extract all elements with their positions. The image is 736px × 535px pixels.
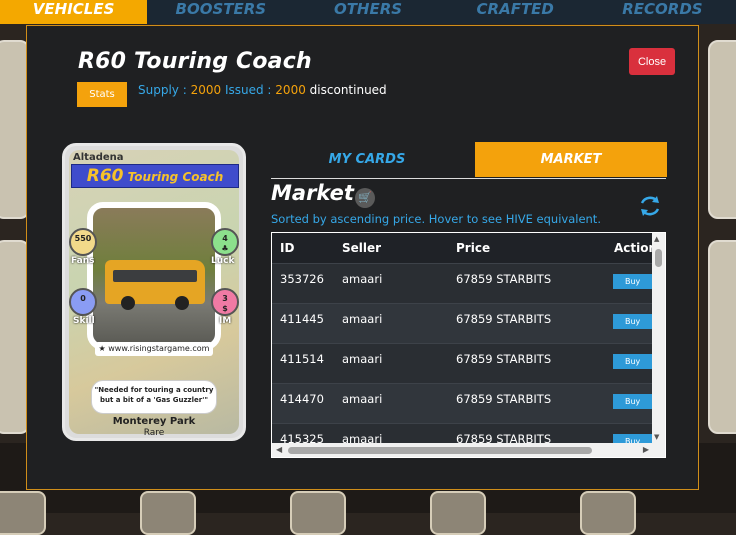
shopping-cart-icon: 🛒 — [355, 188, 375, 208]
im-label: IM — [219, 316, 232, 326]
nav-tab-boosters[interactable]: BOOSTERS — [147, 0, 294, 24]
bus-illustration — [105, 260, 205, 310]
status-text: discontinued — [309, 83, 387, 97]
background-card — [580, 491, 636, 535]
cell-seller: amaari — [342, 272, 383, 286]
scroll-up-icon[interactable]: ▲ — [654, 235, 659, 243]
card-website: ★ www.risingstargame.com — [95, 342, 213, 356]
card-quote: "Needed for touring a country but a bit … — [91, 380, 217, 414]
tab-market[interactable]: MARKET — [475, 142, 667, 177]
tab-my-cards[interactable]: MY CARDS — [271, 142, 463, 177]
cell-price: 67859 STARBITS — [456, 352, 552, 366]
horizontal-scrollbar[interactable]: ◀ ▶ — [272, 443, 665, 457]
market-title: Market — [271, 181, 354, 205]
cell-price: 67859 STARBITS — [456, 392, 552, 406]
supply-label: Supply : — [138, 83, 187, 97]
scroll-right-icon[interactable]: ▶ — [643, 445, 649, 454]
table-row: 411514 amaari 67859 STARBITS Buy — [272, 343, 653, 384]
cell-seller: amaari — [342, 352, 383, 366]
scroll-left-icon[interactable]: ◀ — [276, 445, 282, 454]
cell-id: 353726 — [280, 272, 324, 286]
cell-seller: amaari — [342, 312, 383, 326]
issued-value: 2000 — [275, 83, 306, 97]
table-row: 353726 amaari 67859 STARBITS Buy — [272, 263, 653, 304]
buy-button[interactable]: Buy — [613, 394, 653, 409]
refresh-icon[interactable] — [637, 193, 663, 219]
close-button[interactable]: Close — [629, 48, 675, 75]
supply-value: 2000 — [190, 83, 222, 97]
fans-stat-badge: 550 — [69, 228, 97, 256]
background-card — [290, 491, 346, 535]
luck-value: 4 — [222, 234, 228, 243]
card-name-number: R60 — [86, 166, 124, 186]
cell-id: 414470 — [280, 392, 324, 406]
stats-button[interactable]: Stats — [77, 82, 127, 107]
card-tabs: MY CARDS MARKET — [271, 142, 667, 179]
buy-button[interactable]: Buy — [613, 274, 653, 289]
card-place-bottom: Monterey Park — [112, 416, 196, 427]
market-table[interactable]: ID Seller Price Action 353726 amaari 678… — [271, 232, 666, 458]
cell-price: 67859 STARBITS — [456, 272, 552, 286]
issued-label: Issued : — [224, 83, 272, 97]
skill-value: 0 — [80, 294, 86, 303]
card-name-text: Touring Coach — [127, 170, 224, 184]
horizontal-scroll-thumb[interactable] — [288, 447, 592, 454]
card-image: Altadena R60 Touring Coach 550 Fans 4 ♣ L… — [62, 143, 246, 441]
background-card — [708, 240, 736, 434]
table-header: ID Seller Price Action — [272, 233, 657, 263]
column-header-action: Action — [614, 241, 658, 255]
background-card — [430, 491, 486, 535]
modal-title: R60 Touring Coach — [78, 49, 312, 74]
fans-value: 550 — [74, 234, 92, 243]
cell-seller: amaari — [342, 392, 383, 406]
column-header-price: Price — [456, 241, 491, 255]
nav-tab-records[interactable]: RECORDS — [589, 0, 736, 24]
background-card — [140, 491, 196, 535]
nav-tab-crafted[interactable]: CRAFTED — [442, 0, 589, 24]
card-place-top: Altadena — [73, 152, 124, 163]
column-header-seller: Seller — [342, 241, 382, 255]
table-row: 414470 amaari 67859 STARBITS Buy — [272, 383, 653, 424]
cell-id: 411445 — [280, 312, 324, 326]
card-detail-modal: R60 Touring Coach Close Stats Supply : 2… — [26, 25, 699, 490]
background-card — [708, 40, 736, 219]
cell-id: 411514 — [280, 352, 324, 366]
buy-button[interactable]: Buy — [613, 314, 653, 329]
vertical-scrollbar[interactable]: ▲ ▼ — [652, 233, 665, 443]
nav-tab-others[interactable]: OTHERS — [294, 0, 441, 24]
column-header-id: ID — [280, 241, 295, 255]
skill-stat-badge: 0 — [69, 288, 97, 316]
buy-button[interactable]: Buy — [613, 354, 653, 369]
top-nav: VEHICLES BOOSTERS OTHERS CRAFTED RECORDS — [0, 0, 736, 24]
luck-label: Luck — [211, 256, 235, 266]
card-website-text: www.risingstargame.com — [108, 344, 210, 353]
card-photo — [87, 202, 221, 350]
cell-price: 67859 STARBITS — [456, 312, 552, 326]
card-name-band: R60 Touring Coach — [71, 164, 239, 188]
im-value: 3 — [222, 294, 228, 303]
vertical-scroll-thumb[interactable] — [655, 249, 662, 267]
fans-label: Fans — [71, 256, 95, 266]
im-stat-badge: 3 $ — [211, 288, 239, 316]
market-subtitle: Sorted by ascending price. Hover to see … — [271, 212, 601, 226]
skill-label: Skill — [73, 316, 95, 326]
supply-info: Supply : 2000 Issued : 2000 discontinued — [138, 83, 387, 97]
scroll-down-icon[interactable]: ▼ — [654, 433, 659, 441]
luck-stat-badge: 4 ♣ — [211, 228, 239, 256]
background-card — [0, 491, 46, 535]
card-rarity: Rare — [143, 428, 165, 438]
nav-tab-vehicles[interactable]: VEHICLES — [0, 0, 148, 24]
table-row: 411445 amaari 67859 STARBITS Buy — [272, 303, 653, 344]
